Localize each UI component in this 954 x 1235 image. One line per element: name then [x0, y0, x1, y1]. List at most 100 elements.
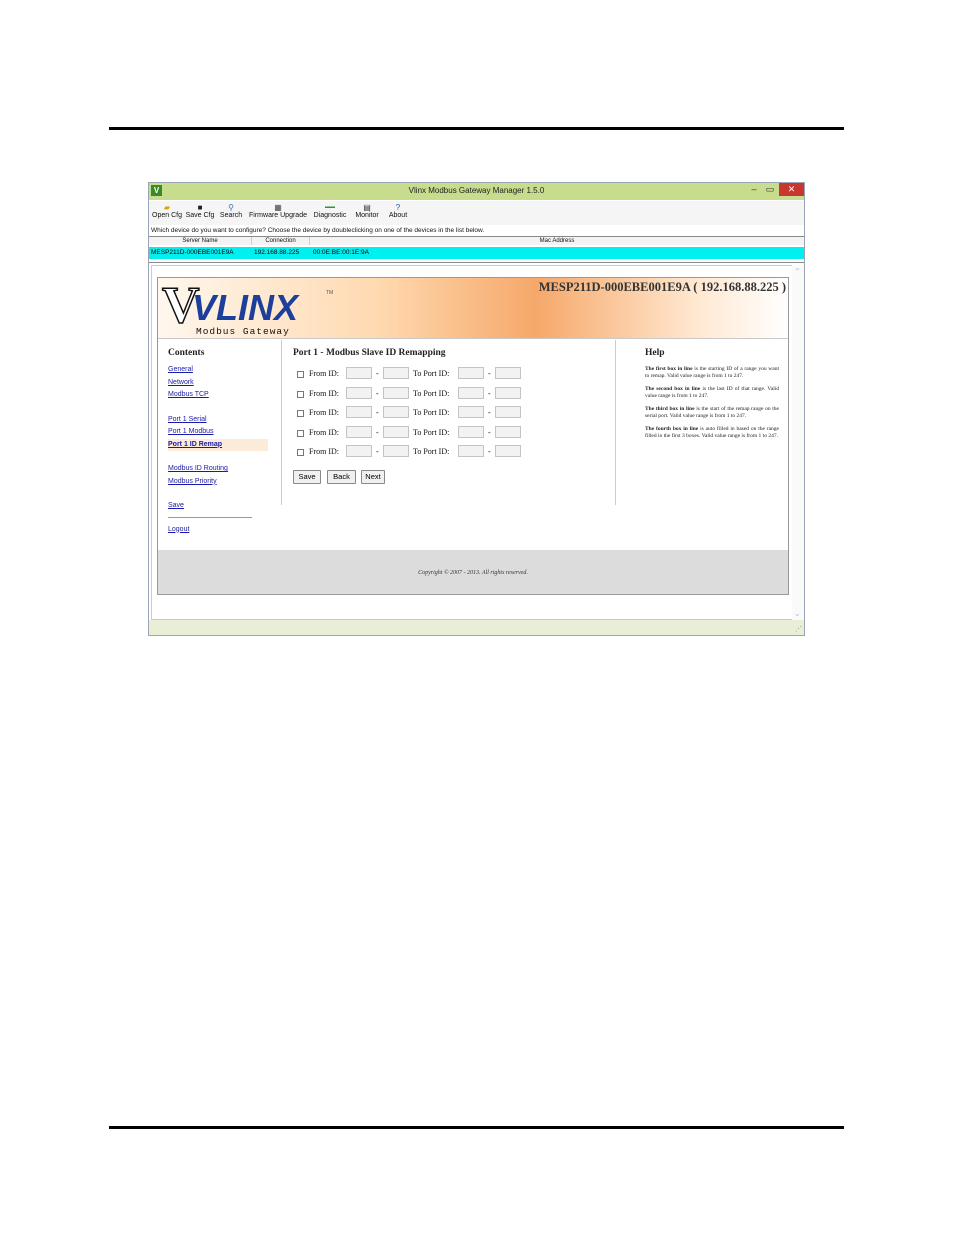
save-button[interactable]: Save: [293, 469, 321, 484]
range-dash: -: [488, 369, 491, 378]
device-server-name: MESP211D-000EBE001E9A: [151, 249, 234, 256]
open-cfg-button[interactable]: ▰ Open Cfg: [151, 203, 183, 219]
nav-link-logout[interactable]: Logout: [168, 524, 283, 537]
enable-checkbox[interactable]: [297, 371, 304, 378]
device-title: MESP211D-000EBE001E9A ( 192.168.88.225 ): [538, 280, 786, 294]
app-window: V Vlinx Modbus Gateway Manager 1.5.0 – ▭…: [148, 182, 805, 636]
trademark: TM: [326, 290, 333, 296]
help-heading: Help: [645, 348, 665, 358]
from-start-input[interactable]: [346, 445, 372, 457]
column-header-server-name[interactable]: Server Name: [149, 237, 252, 245]
remap-row: From ID: - To Port ID: -: [293, 386, 608, 407]
remap-row: From ID: - To Port ID: -: [293, 445, 608, 465]
to-end-input[interactable]: [495, 386, 521, 399]
resize-grip-icon[interactable]: ⋰: [795, 625, 802, 633]
web-panel: V VLINX TM Modbus Gateway MESP211D-000EB…: [151, 265, 803, 620]
maximize-button[interactable]: ▭: [763, 183, 777, 196]
to-port-id-label: To Port ID:: [413, 369, 450, 378]
question-icon: ?: [395, 203, 401, 212]
logo-text: VLINX: [192, 287, 300, 328]
vertical-scrollbar[interactable]: ⌃ ⌄: [792, 265, 804, 620]
from-start-input[interactable]: [346, 386, 372, 399]
save-cfg-button[interactable]: ■ Save Cfg: [185, 203, 215, 219]
from-end-input[interactable]: [383, 406, 409, 418]
scroll-up-icon[interactable]: ⌃: [794, 267, 801, 276]
scroll-down-icon[interactable]: ⌄: [794, 609, 801, 618]
from-id-label: From ID:: [309, 427, 339, 437]
next-button[interactable]: Next: [361, 469, 385, 484]
nav-link-port1-serial[interactable]: Port 1 Serial: [168, 414, 283, 427]
search-button[interactable]: ⚲ Search: [219, 203, 243, 219]
nav-link-port1-id-remap[interactable]: Port 1 ID Remap: [168, 438, 268, 451]
nav-divider: [168, 516, 252, 518]
from-id-label: From ID:: [309, 388, 339, 398]
from-start-input[interactable]: [346, 425, 372, 438]
magnifier-icon: ⚲: [228, 203, 234, 212]
to-start-input[interactable]: [458, 386, 484, 399]
enable-checkbox[interactable]: [297, 429, 304, 437]
device-row[interactable]: MESP211D-000EBE001E9A 192.168.88.225 00:…: [149, 247, 804, 259]
toolbar-label: Open Cfg: [152, 212, 182, 219]
firmware-upgrade-button[interactable]: ▦ Firmware Upgrade: [247, 203, 309, 219]
window-title: Vlinx Modbus Gateway Manager 1.5.0: [408, 186, 545, 195]
nav-heading: Contents: [168, 348, 205, 358]
monitor-icon: ▤: [363, 203, 371, 212]
footer: Copyright © 2007 - 2013. All rights rese…: [158, 550, 788, 594]
title-bar: V Vlinx Modbus Gateway Manager 1.5.0 – ▭…: [149, 183, 804, 200]
diagnostic-button[interactable]: ▬▬ Diagnostic: [312, 203, 348, 219]
column-header-mac-address[interactable]: Mac Address: [310, 237, 804, 245]
to-end-input[interactable]: [495, 425, 521, 438]
about-button[interactable]: ? About: [385, 203, 411, 219]
divider: [615, 340, 616, 505]
diagnostic-icon: ▬▬: [325, 204, 335, 210]
range-dash: -: [488, 447, 491, 456]
from-start-input[interactable]: [346, 367, 372, 379]
monitor-button[interactable]: ▤ Monitor: [352, 203, 382, 219]
nav-link-network[interactable]: Network: [168, 377, 283, 390]
toolbar: ▰ Open Cfg ■ Save Cfg ⚲ Search ▦ Firmwar…: [149, 201, 804, 225]
back-button[interactable]: Back: [327, 469, 356, 484]
enable-checkbox[interactable]: [297, 449, 304, 456]
contents-nav: Contents General Network Modbus TCP Port…: [168, 348, 283, 536]
from-end-input[interactable]: [383, 445, 409, 457]
remap-row: From ID: - To Port ID: -: [293, 367, 608, 387]
to-start-input[interactable]: [458, 406, 484, 418]
toolbar-label: Monitor: [355, 212, 379, 219]
nav-link-modbus-id-routing[interactable]: Modbus ID Routing: [168, 463, 283, 476]
nav-link-save[interactable]: Save: [168, 500, 283, 513]
nav-link-modbus-tcp[interactable]: Modbus TCP: [168, 389, 283, 402]
enable-checkbox[interactable]: [297, 390, 304, 398]
close-button[interactable]: ✕: [779, 183, 804, 196]
help-text: The first box in line is the starting ID…: [645, 366, 779, 379]
nav-link-modbus-priority[interactable]: Modbus Priority: [168, 476, 283, 489]
to-end-input[interactable]: [495, 406, 521, 418]
enable-checkbox[interactable]: [297, 410, 304, 417]
device-connection: 192.168.88.225: [254, 249, 300, 256]
from-end-input[interactable]: [383, 425, 409, 438]
from-start-input[interactable]: [346, 406, 372, 418]
from-id-label: From ID:: [309, 408, 339, 417]
device-list[interactable]: Server Name Connection Mac Address MESP2…: [149, 236, 804, 263]
remap-form: Port 1 - Modbus Slave ID Remapping From …: [293, 348, 608, 486]
to-port-id-label: To Port ID:: [413, 447, 450, 456]
from-id-label: From ID:: [309, 369, 339, 378]
copyright: Copyright © 2007 - 2013. All rights rese…: [418, 570, 528, 576]
minimize-button[interactable]: –: [747, 183, 761, 196]
from-end-input[interactable]: [383, 386, 409, 399]
to-end-input[interactable]: [495, 445, 521, 457]
remap-row: From ID: - To Port ID: -: [293, 406, 608, 426]
column-header-connection[interactable]: Connection: [252, 237, 310, 245]
from-id-label: From ID:: [309, 447, 339, 456]
from-end-input[interactable]: [383, 367, 409, 379]
nav-link-general[interactable]: General: [168, 364, 283, 377]
to-start-input[interactable]: [458, 425, 484, 438]
to-start-input[interactable]: [458, 445, 484, 457]
to-start-input[interactable]: [458, 367, 484, 379]
help-panel: Help The first box in line is the starti…: [645, 348, 779, 446]
range-dash: -: [376, 447, 379, 456]
help-text: The third box in line is the start of th…: [645, 406, 779, 419]
range-dash: -: [376, 388, 379, 398]
nav-link-port1-modbus[interactable]: Port 1 Modbus: [168, 426, 283, 439]
banner: V VLINX TM Modbus Gateway MESP211D-000EB…: [158, 278, 788, 339]
to-end-input[interactable]: [495, 367, 521, 379]
